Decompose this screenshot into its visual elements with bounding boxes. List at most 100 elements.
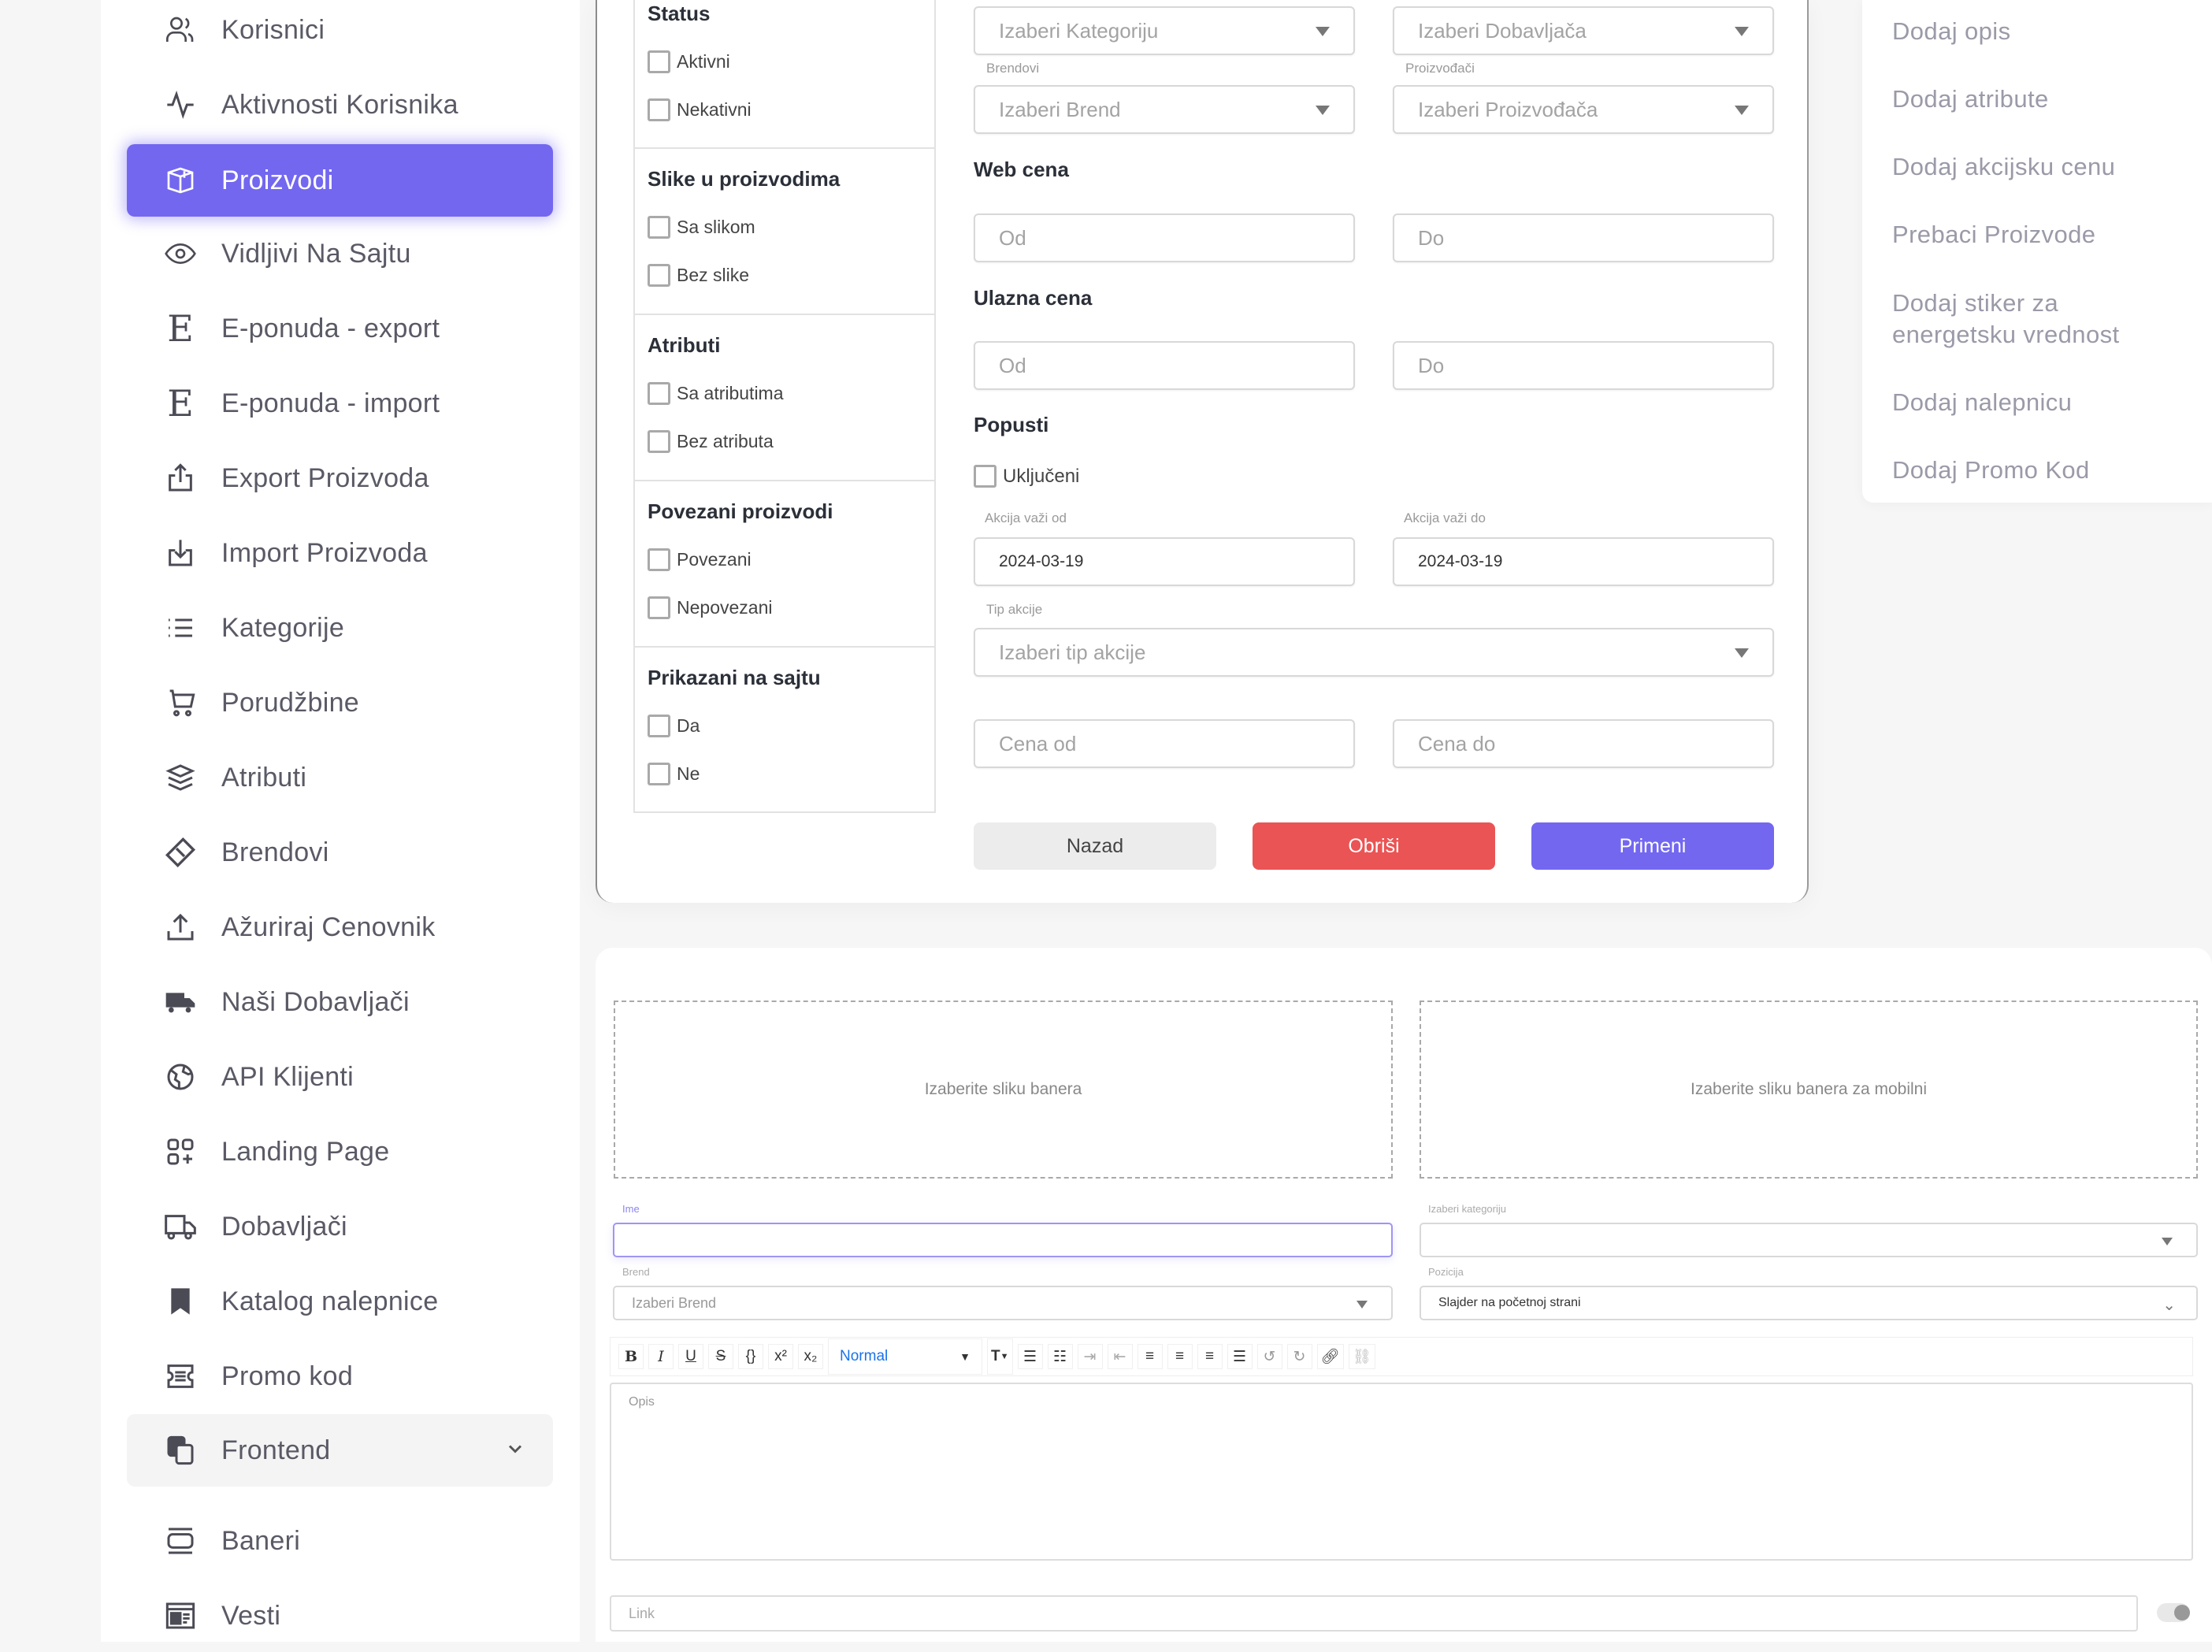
checkbox-ukljuceni[interactable]: Uključeni bbox=[974, 465, 1079, 488]
checkbox-bez-slike[interactable]: Bez slike bbox=[648, 264, 749, 287]
bullet-list-button[interactable]: ☰ bbox=[1017, 1344, 1043, 1369]
sidebar-item-api-klijenti[interactable]: API Klijenti bbox=[127, 1041, 553, 1113]
category-select[interactable]: Izaberi Kategoriju bbox=[974, 6, 1355, 55]
banner-brand-select[interactable]: Izaberi Brend bbox=[613, 1286, 1393, 1320]
link-toggle-switch[interactable] bbox=[2157, 1603, 2190, 1622]
checkbox-box[interactable] bbox=[648, 430, 670, 453]
sidebar-item-proizvodi[interactable]: Proizvodi bbox=[127, 144, 553, 217]
sidebar-item-promo-kod[interactable]: Promo kod bbox=[127, 1340, 553, 1413]
checkbox-box[interactable] bbox=[648, 763, 670, 785]
action-add-description[interactable]: Dodaj opis bbox=[1892, 16, 2010, 47]
discount-price-from-input[interactable]: Cena od bbox=[974, 719, 1355, 768]
bold-button[interactable]: B bbox=[618, 1344, 644, 1369]
undo-icon[interactable]: ↺ bbox=[1256, 1344, 1282, 1369]
web-price-to-input[interactable]: Do bbox=[1393, 213, 1774, 262]
checkbox-sa-slikom[interactable]: Sa slikom bbox=[648, 216, 755, 239]
sidebar-item-dobavljaci[interactable]: Dobavljači bbox=[127, 1190, 553, 1263]
align-left-button[interactable]: ≡ bbox=[1137, 1344, 1163, 1369]
checkbox-ne[interactable]: Ne bbox=[648, 763, 700, 785]
sidebar-item-baneri[interactable]: Baneri bbox=[127, 1505, 553, 1577]
checkbox-box[interactable] bbox=[974, 465, 997, 488]
sidebar-item-e-ponuda-import[interactable]: E E-ponuda - import bbox=[127, 367, 553, 440]
checkbox-nepovezani[interactable]: Nepovezani bbox=[648, 596, 772, 619]
ordered-list-button[interactable]: ☷ bbox=[1047, 1344, 1073, 1369]
code-button[interactable]: {} bbox=[738, 1344, 763, 1369]
sidebar-item-korisnici[interactable]: Korisnici bbox=[127, 0, 553, 66]
checkbox-box[interactable] bbox=[648, 382, 670, 405]
checkbox-box[interactable] bbox=[648, 264, 670, 287]
checkbox-aktivni[interactable]: Aktivni bbox=[648, 50, 730, 73]
manufacturer-select[interactable]: Izaberi Proizvođača bbox=[1393, 85, 1774, 134]
sidebar-item-atributi[interactable]: Atributi bbox=[127, 741, 553, 814]
redo-icon[interactable]: ↻ bbox=[1286, 1344, 1312, 1369]
mobile-banner-dropzone[interactable]: Izaberite sliku banera za mobilni bbox=[1420, 1000, 2198, 1179]
action-add-label[interactable]: Dodaj nalepnicu bbox=[1892, 387, 2072, 418]
sidebar-item-export-proizvoda[interactable]: Export Proizvoda bbox=[127, 442, 553, 514]
sidebar-item-vidljivi-na-sajtu[interactable]: Vidljivi Na Sajtu bbox=[127, 217, 553, 290]
sidebar-item-landing-page[interactable]: Landing Page bbox=[127, 1116, 553, 1188]
sidebar-group-frontend[interactable]: Frontend bbox=[127, 1414, 553, 1487]
italic-button[interactable]: I bbox=[648, 1344, 674, 1369]
web-price-from-input[interactable]: Od bbox=[974, 213, 1355, 262]
apply-button[interactable]: Primeni bbox=[1531, 822, 1774, 870]
truck-filled-icon bbox=[163, 985, 198, 1019]
supplier-select[interactable]: Izaberi Dobavljača bbox=[1393, 6, 1774, 55]
checkbox-sa-atributima[interactable]: Sa atributima bbox=[648, 382, 784, 405]
sidebar-item-label: Export Proizvoda bbox=[221, 462, 429, 493]
link-icon[interactable]: 🔗︎ bbox=[1316, 1344, 1344, 1369]
checkbox-box[interactable] bbox=[648, 548, 670, 571]
desktop-banner-dropzone[interactable]: Izaberite sliku banera bbox=[614, 1000, 1393, 1179]
sidebar-item-kategorije[interactable]: Kategorije bbox=[127, 592, 553, 664]
action-add-energy-sticker[interactable]: Dodaj stiker za energetsku vrednost bbox=[1892, 288, 2176, 351]
input-price-to-input[interactable]: Do bbox=[1393, 341, 1774, 390]
description-editor[interactable]: Opis bbox=[610, 1383, 2193, 1561]
checkbox-da[interactable]: Da bbox=[648, 715, 700, 737]
link-input[interactable]: Link bbox=[610, 1595, 2138, 1632]
sidebar-item-nasi-dobavljaci[interactable]: Naši Dobavljači bbox=[127, 966, 553, 1038]
delete-button[interactable]: Obriši bbox=[1253, 822, 1495, 870]
checkbox-box[interactable] bbox=[648, 50, 670, 73]
action-add-attributes[interactable]: Dodaj atribute bbox=[1892, 84, 2049, 115]
strikethrough-button[interactable]: S bbox=[708, 1344, 733, 1369]
justify-button[interactable]: ☰ bbox=[1227, 1344, 1253, 1369]
font-size-button[interactable]: T ▼ bbox=[987, 1338, 1013, 1375]
sidebar-item-porudzbine[interactable]: Porudžbine bbox=[127, 666, 553, 739]
align-center-button[interactable]: ≡ bbox=[1167, 1344, 1193, 1369]
chevron-down-icon[interactable] bbox=[504, 1438, 526, 1460]
unlink-icon[interactable]: ⛓︎ bbox=[1348, 1344, 1375, 1369]
checkbox-box[interactable] bbox=[648, 715, 670, 737]
discount-type-select[interactable]: Izaberi tip akcije bbox=[974, 628, 1774, 677]
checkbox-box[interactable] bbox=[648, 596, 670, 619]
underline-button[interactable]: U bbox=[678, 1344, 703, 1369]
action-add-sale-price[interactable]: Dodaj akcijsku cenu bbox=[1892, 151, 2115, 183]
discount-price-to-input[interactable]: Cena do bbox=[1393, 719, 1774, 768]
name-input[interactable] bbox=[613, 1223, 1393, 1257]
superscript-button[interactable]: x² bbox=[768, 1344, 793, 1369]
brand-select[interactable]: Izaberi Brend bbox=[974, 85, 1355, 134]
sidebar-item-import-proizvoda[interactable]: Import Proizvoda bbox=[127, 517, 553, 589]
back-button[interactable]: Nazad bbox=[974, 822, 1216, 870]
checkbox-nekativni[interactable]: Nekativni bbox=[648, 98, 752, 121]
action-add-promo-code[interactable]: Dodaj Promo Kod bbox=[1892, 455, 2090, 486]
checkbox-bez-atributa[interactable]: Bez atributa bbox=[648, 430, 774, 453]
input-price-from-input[interactable]: Od bbox=[974, 341, 1355, 390]
banner-category-select[interactable] bbox=[1420, 1223, 2198, 1257]
sidebar-item-aktivnosti-korisnika[interactable]: Aktivnosti Korisnika bbox=[127, 69, 553, 141]
position-select[interactable]: Slajder na početnoj strani ⌄ bbox=[1420, 1286, 2198, 1320]
checkbox-povezani[interactable]: Povezani bbox=[648, 548, 752, 571]
indent-button[interactable]: ⇥ bbox=[1077, 1344, 1103, 1369]
valid-to-date-input[interactable]: 2024-03-19 bbox=[1393, 537, 1774, 586]
sidebar-item-e-ponuda-export[interactable]: E E-ponuda - export bbox=[127, 292, 553, 365]
sidebar-item-brendovi[interactable]: Brendovi bbox=[127, 816, 553, 889]
align-right-button[interactable]: ≡ bbox=[1197, 1344, 1223, 1369]
format-select[interactable]: Normal ▼ bbox=[828, 1338, 982, 1375]
checkbox-box[interactable] bbox=[648, 216, 670, 239]
valid-from-date-input[interactable]: 2024-03-19 bbox=[974, 537, 1355, 586]
subscript-button[interactable]: x₂ bbox=[798, 1344, 823, 1369]
action-move-products[interactable]: Prebaci Proizvode bbox=[1892, 219, 2095, 251]
sidebar-item-vesti[interactable]: Vesti bbox=[127, 1580, 553, 1652]
sidebar-item-azuriraj-cenovnik[interactable]: Ažuriraj Cenovnik bbox=[127, 891, 553, 963]
outdent-button[interactable]: ⇤ bbox=[1107, 1344, 1133, 1369]
checkbox-box[interactable] bbox=[648, 98, 670, 121]
sidebar-item-katalog-nalepnice[interactable]: Katalog nalepnice bbox=[127, 1265, 553, 1338]
